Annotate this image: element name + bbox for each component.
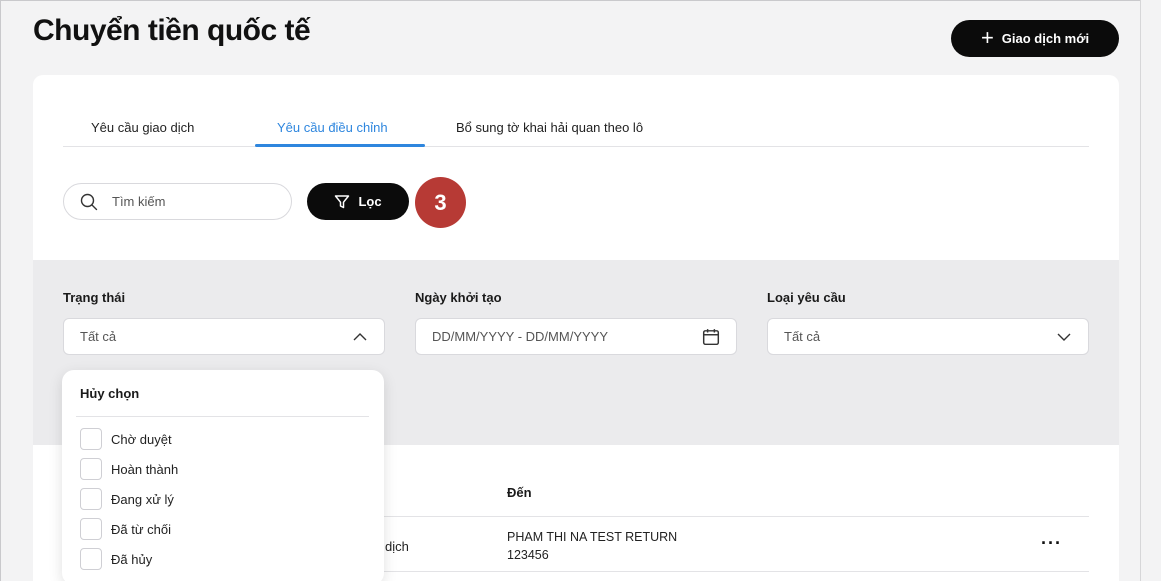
option-label: Đang xử lý xyxy=(111,491,174,507)
tab-adjustment-requests[interactable]: Yêu cầu điều chỉnh xyxy=(277,120,388,147)
page-title: Chuyển tiền quốc tế xyxy=(33,14,311,47)
option-label: Đã từ chối xyxy=(111,521,172,537)
status-filter-label: Trạng thái xyxy=(63,290,126,305)
dropdown-divider xyxy=(76,416,369,417)
table-divider xyxy=(378,516,1089,517)
table-cell-to: PHAM THI NA TEST RETURN 123456 xyxy=(507,528,677,564)
active-tab-indicator xyxy=(255,144,425,147)
filter-button-label: Lọc xyxy=(358,194,382,209)
search-input[interactable] xyxy=(112,194,262,209)
recipient-account: 123456 xyxy=(507,548,549,562)
status-option-rejected[interactable]: Đã từ chối xyxy=(80,518,171,540)
calendar-icon[interactable] xyxy=(702,328,720,346)
status-option-processing[interactable]: Đang xử lý xyxy=(80,488,174,510)
option-label: Chờ duyệt xyxy=(111,431,172,447)
filter-icon xyxy=(335,194,350,208)
request-type-label: Loại yêu cầu xyxy=(767,290,846,305)
checkbox[interactable] xyxy=(80,428,102,450)
clear-selection-button[interactable]: Hủy chọn xyxy=(80,386,139,401)
option-label: Hoàn thành xyxy=(111,461,179,477)
status-select[interactable]: Tất cả xyxy=(63,318,385,355)
option-label: Đã hủy xyxy=(111,551,153,567)
request-type-select[interactable]: Tất cả xyxy=(767,318,1089,355)
status-option-completed[interactable]: Hoàn thành xyxy=(80,458,178,480)
tab-transaction-requests[interactable]: Yêu cầu giao dịch xyxy=(91,120,194,147)
window-border-top xyxy=(0,0,1140,1)
tab-customs-declaration-batch[interactable]: Bổ sung tờ khai hải quan theo lô xyxy=(456,120,643,147)
checkbox[interactable] xyxy=(80,518,102,540)
request-type-value: Tất cả xyxy=(784,329,821,344)
chevron-down-icon xyxy=(1057,333,1071,341)
more-actions-icon[interactable]: ··· xyxy=(1041,533,1062,554)
status-select-value: Tất cả xyxy=(80,329,117,344)
column-header-to: Đến xyxy=(507,485,532,500)
window-border-right xyxy=(1140,0,1141,581)
date-range-placeholder: DD/MM/YYYY - DD/MM/YYYY xyxy=(432,329,609,344)
date-range-field[interactable]: DD/MM/YYYY - DD/MM/YYYY xyxy=(415,318,737,355)
new-transaction-button[interactable]: + Giao dịch mới xyxy=(951,20,1119,57)
checkbox[interactable] xyxy=(80,458,102,480)
table-cell-type: dịch xyxy=(385,539,409,554)
status-option-cancelled[interactable]: Đã hủy xyxy=(80,548,152,570)
status-dropdown-menu: Hủy chọn Chờ duyệt Hoàn thành Đang xử lý… xyxy=(62,370,384,581)
table-divider xyxy=(378,571,1089,572)
search-box[interactable] xyxy=(63,183,292,220)
window-border-left xyxy=(0,0,1,581)
chevron-up-icon xyxy=(353,332,367,340)
checkbox[interactable] xyxy=(80,488,102,510)
filter-button[interactable]: Lọc xyxy=(307,183,409,220)
search-icon xyxy=(80,193,98,210)
new-transaction-label: Giao dịch mới xyxy=(1001,31,1090,46)
tab-bar: Yêu cầu giao dịch Yêu cầu điều chỉnh Bổ … xyxy=(63,120,1089,147)
status-option-pending[interactable]: Chờ duyệt xyxy=(80,428,172,450)
checkbox[interactable] xyxy=(80,548,102,570)
plus-icon: + xyxy=(980,24,994,50)
recipient-name: PHAM THI NA TEST RETURN xyxy=(507,530,678,544)
step-badge: 3 xyxy=(415,177,466,228)
created-date-label: Ngày khởi tạo xyxy=(415,290,502,305)
